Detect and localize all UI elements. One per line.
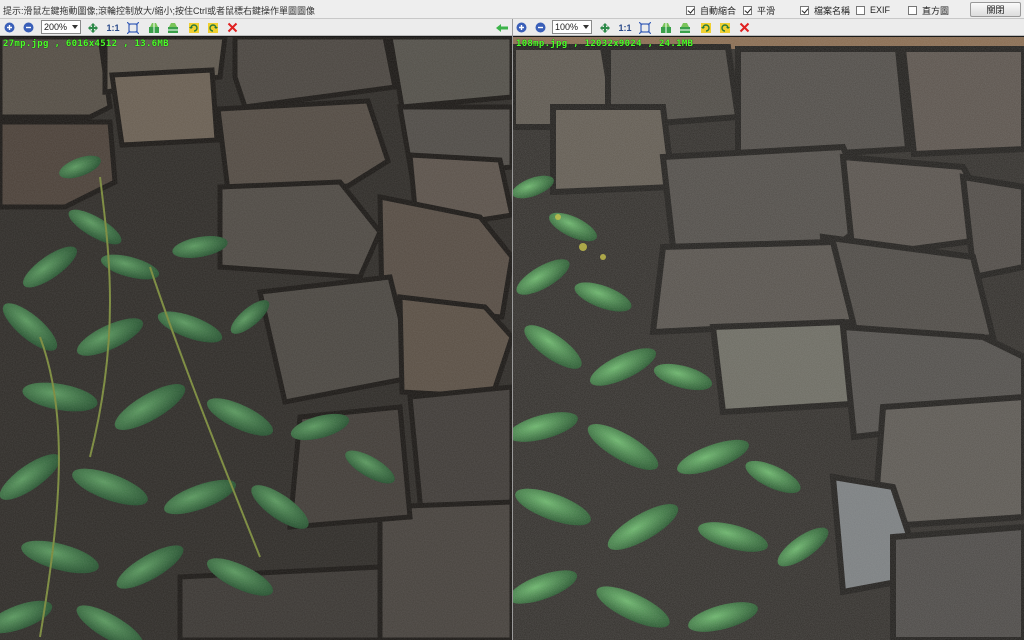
left-zoom-select[interactable]: 200% — [41, 20, 81, 34]
option-auto-merge[interactable]: 自動縮合 — [686, 4, 736, 16]
left-toolbar: 200% 1:1 — [0, 19, 512, 36]
zoom-in-icon[interactable] — [3, 21, 16, 34]
fit-window-icon[interactable] — [598, 21, 611, 34]
left-photo — [0, 37, 512, 640]
option-label: EXIF — [870, 5, 891, 15]
top-bar: 提示:滑鼠左鍵拖動圖像;滾輪控制放大/縮小;按住Ctrl或者鼠標右鍵操作單圖圖像… — [0, 0, 1024, 19]
option-label: 檔案名稱 — [814, 5, 851, 16]
rotate-left-icon[interactable] — [699, 21, 712, 34]
option-label: 直方圖 — [922, 5, 950, 16]
option-exif[interactable]: EXIF — [856, 4, 890, 16]
rotate-right-icon[interactable] — [718, 21, 731, 34]
zoom-out-icon[interactable] — [534, 21, 547, 34]
option-label: 自動縮合 — [700, 5, 737, 16]
close-button[interactable]: 關閉 — [970, 2, 1021, 17]
right-zoom-select[interactable]: 100% — [552, 20, 592, 34]
option-smooth[interactable]: 平滑 — [743, 4, 775, 16]
exif-checkbox[interactable] — [856, 5, 865, 15]
actual-size-button[interactable]: 1:1 — [617, 21, 633, 34]
close-image-icon[interactable] — [226, 21, 239, 34]
option-filename[interactable]: 檔案名稱 — [800, 4, 850, 16]
zoom-value: 200% — [44, 22, 68, 32]
zoom-in-icon[interactable] — [515, 21, 528, 34]
histogram-checkbox[interactable] — [908, 5, 917, 15]
flip-horizontal-icon[interactable] — [147, 21, 160, 34]
fit-window-icon[interactable] — [86, 21, 99, 34]
option-histogram[interactable]: 直方圖 — [908, 4, 949, 16]
usage-hint: 提示:滑鼠左鍵拖動圖像;滾輪控制放大/縮小;按住Ctrl或者鼠標右鍵操作單圖圖像 — [3, 6, 316, 16]
fit-icon[interactable] — [126, 21, 139, 34]
auto-merge-checkbox[interactable] — [686, 5, 695, 15]
rotate-left-icon[interactable] — [187, 21, 200, 34]
chevron-down-icon — [72, 25, 78, 29]
option-label: 平滑 — [757, 5, 776, 16]
flip-vertical-icon[interactable] — [166, 21, 179, 34]
zoom-out-icon[interactable] — [22, 21, 35, 34]
fit-icon[interactable] — [638, 21, 651, 34]
left-image-pane[interactable]: 27mp.jpg , 6016x4512 , 13.6MB — [0, 37, 512, 640]
sync-arrow-icon[interactable] — [495, 21, 508, 34]
close-image-icon[interactable] — [738, 21, 751, 34]
right-image-info: 108mp.jpg , 12032x9024 , 24.1MB — [516, 39, 694, 49]
flip-vertical-icon[interactable] — [678, 21, 691, 34]
filename-checkbox[interactable] — [800, 5, 809, 15]
right-image-pane[interactable]: 108mp.jpg , 12032x9024 , 24.1MB — [513, 37, 1024, 640]
actual-size-button[interactable]: 1:1 — [105, 21, 121, 34]
rotate-right-icon[interactable] — [206, 21, 219, 34]
smooth-checkbox[interactable] — [743, 5, 752, 15]
chevron-down-icon — [583, 25, 589, 29]
flip-horizontal-icon[interactable] — [659, 21, 672, 34]
right-photo — [513, 37, 1024, 640]
zoom-value: 100% — [555, 22, 579, 32]
left-image-info: 27mp.jpg , 6016x4512 , 13.6MB — [3, 39, 169, 49]
right-toolbar: 100% 1:1 — [513, 19, 1024, 36]
